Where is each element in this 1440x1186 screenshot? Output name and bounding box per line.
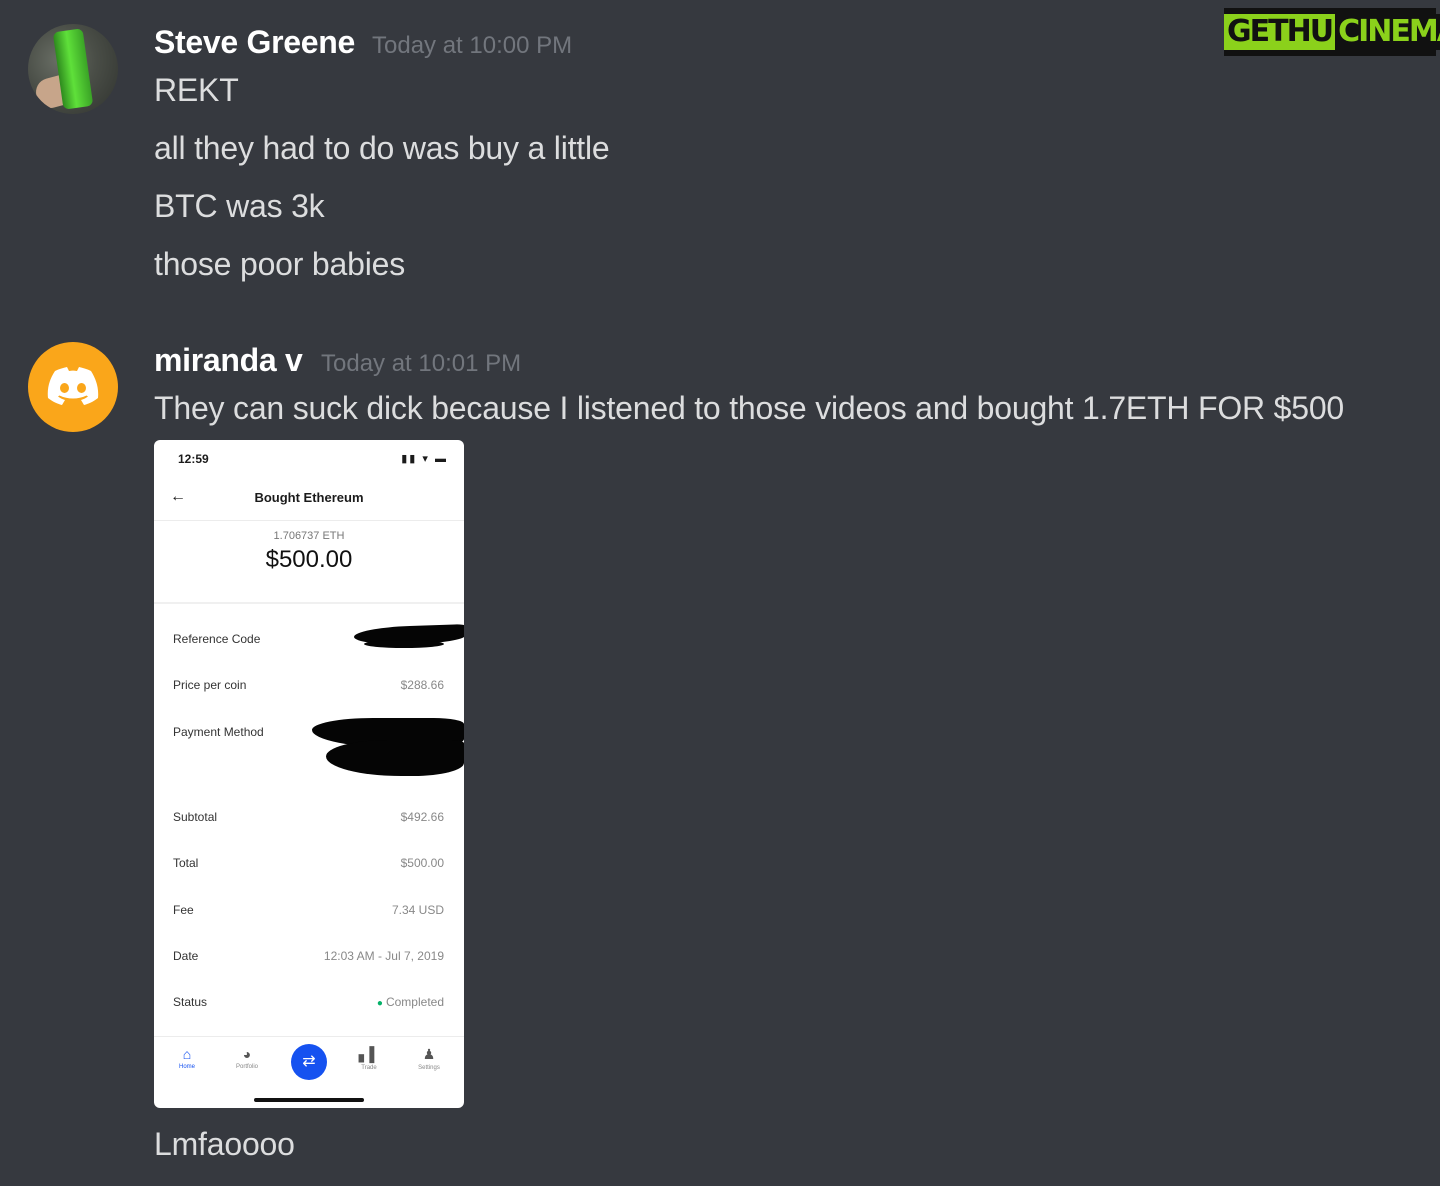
- phone-title: Bought Ethereum: [254, 490, 364, 505]
- message-line: all they had to do was buy a little: [154, 130, 610, 166]
- row-label: Date: [173, 949, 199, 963]
- nav-label: Home: [178, 1064, 195, 1070]
- bar-chart-icon: ▖▌: [358, 1046, 380, 1062]
- discord-logo-icon: [47, 367, 99, 405]
- row-value: 12:03 AM - Jul 7, 2019: [323, 949, 444, 963]
- eth-amount: 1.706737 ETH: [273, 530, 345, 542]
- row-value: 7.34 USD: [391, 903, 444, 917]
- row-value: $500.00: [400, 856, 444, 870]
- message-line: Lmfaoooo: [154, 1126, 295, 1162]
- usd-amount: $500.00: [265, 546, 353, 573]
- phone-status-icons: ▮▮ ▾ ▬: [401, 453, 448, 465]
- home-icon: ⌂: [182, 1046, 192, 1062]
- message-line: REKT: [154, 72, 239, 108]
- message-line: They can suck dick because I listened to…: [154, 390, 1345, 426]
- image-attachment[interactable]: 12:59 ▮▮ ▾ ▬ ← Bought Ethereum 1.706737 …: [154, 440, 464, 1108]
- timestamp: Today at 10:00 PM: [372, 32, 573, 59]
- nav-home[interactable]: ⌂ Home: [157, 1046, 217, 1070]
- row-label: Payment Method: [173, 725, 264, 739]
- home-indicator: [254, 1098, 364, 1102]
- redaction-scribble: [326, 740, 464, 776]
- divider: [154, 520, 464, 521]
- watermark-left: GETHU: [1224, 14, 1336, 50]
- row-value: $492.66: [400, 810, 444, 824]
- row-label: Total: [173, 856, 199, 870]
- divider: [154, 602, 464, 604]
- status-value: ● Completed: [377, 995, 444, 1009]
- row-label: Reference Code: [173, 632, 261, 646]
- nav-label: Portfolio: [235, 1064, 258, 1070]
- pie-chart-icon: ◕: [242, 1046, 252, 1062]
- timestamp: Today at 10:01 PM: [321, 350, 522, 377]
- nav-settings[interactable]: ♟ Settings: [399, 1046, 459, 1071]
- swap-icon: ⇄: [302, 1053, 316, 1070]
- row-value: $288.66: [400, 678, 444, 692]
- nav-label: Trade: [361, 1065, 377, 1071]
- watermark-logo: GETHU CINEMA: [1224, 8, 1440, 56]
- nav-portfolio[interactable]: ◕ Portfolio: [217, 1046, 277, 1070]
- avatar[interactable]: [28, 342, 118, 432]
- username[interactable]: miranda v: [154, 342, 303, 379]
- nav-label: Settings: [418, 1065, 440, 1071]
- nav-trade[interactable]: ▖▌ Trade: [339, 1046, 399, 1071]
- avatar[interactable]: [28, 24, 118, 114]
- status-text: Completed: [385, 995, 444, 1009]
- watermark-right: CINEMA: [1335, 14, 1440, 50]
- message-line: those poor babies: [154, 246, 406, 282]
- row-label: Status: [173, 995, 208, 1009]
- trade-button[interactable]: ⇄: [291, 1044, 327, 1080]
- bottom-nav: ⌂ Home ◕ Portfolio ⇄ ▖▌ Trade ♟ Settings: [154, 1038, 464, 1088]
- row-label: Fee: [173, 903, 194, 917]
- person-icon: ♟: [422, 1046, 436, 1062]
- row-label: Price per coin: [173, 678, 247, 692]
- row-label: Subtotal: [173, 810, 218, 824]
- message-line: BTC was 3k: [154, 188, 325, 224]
- redaction-scribble: [364, 640, 444, 648]
- divider: [154, 1036, 464, 1037]
- phone-status-time: 12:59: [178, 452, 209, 466]
- status-dot-icon: ●: [376, 998, 383, 1009]
- username[interactable]: Steve Greene: [154, 24, 355, 61]
